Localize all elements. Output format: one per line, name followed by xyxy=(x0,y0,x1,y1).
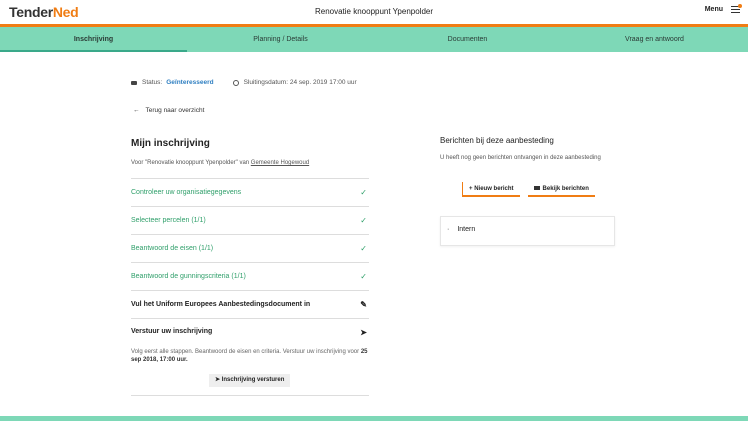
folder-list: · Intern xyxy=(440,216,615,246)
status-label: Status: xyxy=(142,79,163,86)
folder-label: Intern xyxy=(457,226,476,233)
check-icon: ✓ xyxy=(360,216,367,225)
tab-bar: Inschrijving Planning / Details Document… xyxy=(0,27,748,52)
step-organisatiegegevens[interactable]: Controleer uw organisatiegegevens ✓ xyxy=(131,178,369,206)
footer-accent-line xyxy=(0,416,748,421)
check-icon: ✓ xyxy=(360,244,367,253)
organisation-link[interactable]: Gemeente Hogewoud xyxy=(251,160,309,166)
step-label: Verstuur uw inschrijving xyxy=(131,328,213,335)
tab-documenten[interactable]: Documenten xyxy=(374,27,561,52)
top-bar: TenderNed Renovatie knooppunt Ypenpolder… xyxy=(0,0,748,24)
send-instructions: Volg eerst alle stappen. Beantwoord de e… xyxy=(131,348,369,364)
subtitle-prefix: Voor "Renovatie knooppunt Ypenpolder" va… xyxy=(131,160,250,166)
back-link-label: Terug naar overzicht xyxy=(145,107,205,114)
step-verstuur-inschrijving: Verstuur uw inschrijving ➤ Volg eerst al… xyxy=(131,318,369,396)
berichten-actions: + Nieuw bericht Bekijk berichten xyxy=(462,182,595,197)
plus-icon: + xyxy=(469,186,473,192)
page-title: Renovatie knooppunt Ypenpolder xyxy=(314,7,434,16)
bekijk-berichten-label: Bekijk berichten xyxy=(542,186,589,192)
folder-item-intern[interactable]: · Intern xyxy=(447,226,475,233)
nieuw-bericht-button[interactable]: + Nieuw bericht xyxy=(462,182,520,197)
tag-icon xyxy=(131,80,137,85)
status-badge: Geïnteresseerd xyxy=(166,79,214,86)
menu-button[interactable]: Menu xyxy=(704,4,742,14)
step-label: Vul het Uniform Europees Aanbestedingsdo… xyxy=(131,301,311,308)
arrow-left-icon: ← xyxy=(133,107,140,114)
step-percelen[interactable]: Selecteer percelen (1/1) ✓ xyxy=(131,206,369,234)
step-label: Selecteer percelen (1/1) xyxy=(131,217,206,224)
section-title-berichten: Berichten bij deze aanbesteding xyxy=(440,136,554,145)
check-icon: ✓ xyxy=(360,188,367,197)
send-icon: ➤ xyxy=(215,377,221,383)
pencil-icon: ✎ xyxy=(360,300,367,309)
bekijk-berichten-button[interactable]: Bekijk berichten xyxy=(527,182,595,197)
step-eisen[interactable]: Beantwoord de eisen (1/1) ✓ xyxy=(131,234,369,262)
back-link[interactable]: ← Terug naar overzicht xyxy=(133,107,204,114)
inschrijving-steps: Controleer uw organisatiegegevens ✓ Sele… xyxy=(131,178,369,396)
step-label: Beantwoord de eisen (1/1) xyxy=(131,245,214,252)
no-messages-text: U heeft nog geen berichten ontvangen in … xyxy=(440,155,601,161)
step-uea-document[interactable]: Vul het Uniform Europees Aanbestedingsdo… xyxy=(131,290,369,318)
notification-dot-icon xyxy=(738,4,742,8)
tab-vraag-en-antwoord[interactable]: Vraag en antwoord xyxy=(561,27,748,52)
tab-planning-details[interactable]: Planning / Details xyxy=(187,27,374,52)
inschrijving-subtitle: Voor "Renovatie knooppunt Ypenpolder" va… xyxy=(131,160,309,166)
nieuw-bericht-label: Nieuw bericht xyxy=(474,186,514,192)
tender-meta: Status: Geïnteresseerd Sluitingsdatum: 2… xyxy=(131,79,357,86)
send-icon: ➤ xyxy=(360,328,367,337)
hamburger-icon xyxy=(731,4,742,14)
inschrijving-versturen-button[interactable]: ➤ Inschrijving versturen xyxy=(209,374,291,387)
check-icon: ✓ xyxy=(360,272,367,281)
menu-label: Menu xyxy=(704,6,723,13)
bullet-icon: · xyxy=(447,226,450,233)
clock-icon xyxy=(232,79,239,86)
step-gunningscriteria[interactable]: Beantwoord de gunningscriteria (1/1) ✓ xyxy=(131,262,369,290)
send-button-label: Inschrijving versturen xyxy=(221,377,285,383)
step-label: Beantwoord de gunningscriteria (1/1) xyxy=(131,273,246,280)
closing-date: Sluitingsdatum: 24 sep. 2019 17:00 uur xyxy=(243,79,357,86)
envelope-icon xyxy=(533,186,540,191)
tab-inschrijving[interactable]: Inschrijving xyxy=(0,27,187,52)
send-instructions-text: Volg eerst alle stappen. Beantwoord de e… xyxy=(131,349,360,355)
step-label: Controleer uw organisatiegegevens xyxy=(131,189,242,196)
section-title-mijn-inschrijving: Mijn inschrijving xyxy=(131,138,210,149)
